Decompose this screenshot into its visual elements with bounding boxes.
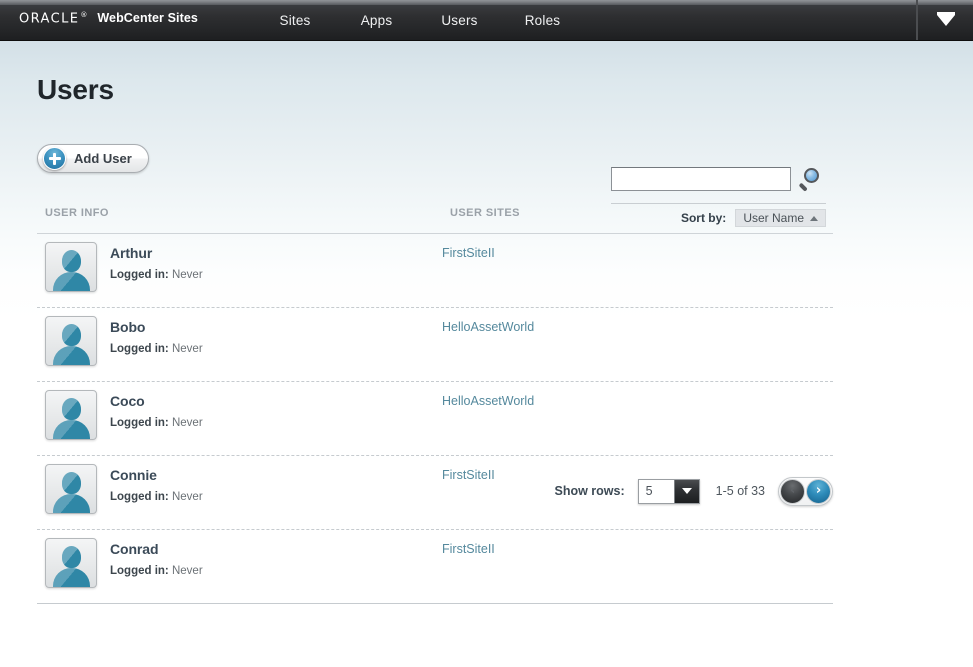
search-icon bbox=[804, 168, 819, 183]
pagination-bar: Show rows: 5 1-5 of 33 ‹ › bbox=[37, 470, 833, 512]
table-row[interactable]: Bobo Logged in: Never HelloAssetWorld bbox=[37, 308, 833, 382]
product-name: WebCenter Sites bbox=[97, 11, 198, 26]
user-name-link[interactable]: Coco bbox=[110, 393, 203, 409]
user-sites-cell: FirstSiteII bbox=[442, 538, 833, 556]
user-info-cell: Bobo Logged in: Never bbox=[37, 316, 442, 366]
user-name-link[interactable]: Conrad bbox=[110, 541, 203, 557]
user-text-block: Arthur Logged in: Never bbox=[110, 242, 203, 281]
user-avatar bbox=[45, 242, 97, 292]
nav-item-users[interactable]: Users bbox=[418, 13, 501, 28]
page-title: Users bbox=[37, 74, 114, 105]
show-rows-label: Show rows: bbox=[554, 484, 625, 498]
column-header-user-sites: USER SITES bbox=[450, 207, 520, 219]
user-logged-in: Logged in: Never bbox=[110, 343, 203, 355]
oracle-wordmark: ORACLE® bbox=[19, 11, 87, 26]
avatar-head-shape bbox=[62, 250, 81, 272]
search-icon-handle bbox=[798, 182, 808, 192]
avatar-body-shape bbox=[53, 420, 90, 439]
logged-in-label: Logged in: bbox=[110, 565, 169, 577]
add-user-button[interactable]: Add User bbox=[37, 144, 149, 173]
user-info-cell: Conrad Logged in: Never bbox=[37, 538, 442, 588]
column-header-user-info: USER INFO bbox=[45, 207, 109, 219]
user-name-link[interactable]: Arthur bbox=[110, 245, 203, 261]
logged-in-value: Never bbox=[171, 343, 203, 355]
user-avatar bbox=[45, 390, 97, 440]
topbar-menu-button[interactable] bbox=[917, 0, 973, 40]
nav-item-sites[interactable]: Sites bbox=[255, 13, 335, 28]
chevron-right-icon: › bbox=[815, 483, 822, 498]
user-avatar bbox=[45, 316, 97, 366]
nav-item-apps[interactable]: Apps bbox=[335, 13, 418, 28]
next-page-button[interactable]: › bbox=[806, 478, 831, 504]
main-content: Users Add User Sort by: User Name USER I… bbox=[0, 41, 973, 667]
nav-item-roles[interactable]: Roles bbox=[501, 13, 584, 28]
oracle-trademark-icon: ® bbox=[80, 11, 88, 19]
pagination-range: 1-5 of 33 bbox=[715, 484, 765, 498]
table-row[interactable]: Coco Logged in: Never HelloAssetWorld bbox=[37, 382, 833, 456]
table-header-row: USER INFO USER SITES bbox=[37, 207, 833, 234]
search-input[interactable] bbox=[611, 167, 791, 191]
menu-dropdown-icon bbox=[936, 12, 955, 26]
users-table: USER INFO USER SITES Arthur Logged in: N… bbox=[37, 207, 833, 604]
logged-in-label: Logged in: bbox=[110, 417, 169, 429]
logged-in-value: Never bbox=[171, 417, 203, 429]
logged-in-label: Logged in: bbox=[110, 343, 169, 355]
avatar-body-shape bbox=[53, 568, 90, 587]
user-text-block: Conrad Logged in: Never bbox=[110, 538, 203, 577]
brand-logo: ORACLE® WebCenter Sites bbox=[19, 11, 198, 26]
sort-divider bbox=[611, 203, 826, 204]
user-text-block: Coco Logged in: Never bbox=[110, 390, 203, 429]
user-logged-in: Logged in: Never bbox=[110, 565, 203, 577]
rows-per-page-value: 5 bbox=[638, 479, 674, 503]
chevron-left-icon: ‹ bbox=[789, 483, 796, 498]
rows-per-page-dropdown-button[interactable] bbox=[673, 479, 699, 503]
table-row[interactable]: Conrad Logged in: Never FirstSiteII bbox=[37, 530, 833, 604]
site-link[interactable]: HelloAssetWorld bbox=[442, 394, 534, 408]
plus-circle-icon bbox=[43, 147, 66, 170]
previous-page-button[interactable]: ‹ bbox=[780, 478, 805, 504]
site-link[interactable]: FirstSiteII bbox=[442, 246, 495, 260]
user-sites-cell: HelloAssetWorld bbox=[442, 390, 833, 408]
site-link[interactable]: HelloAssetWorld bbox=[442, 320, 534, 334]
logged-in-label: Logged in: bbox=[110, 269, 169, 281]
search-area bbox=[611, 166, 824, 192]
rows-per-page-select[interactable]: 5 bbox=[637, 478, 700, 504]
avatar-head-shape bbox=[62, 324, 81, 346]
avatar-head-shape bbox=[62, 546, 81, 568]
site-link[interactable]: FirstSiteII bbox=[442, 542, 495, 556]
avatar-body-shape bbox=[53, 272, 90, 291]
chevron-down-icon bbox=[681, 488, 692, 494]
user-logged-in: Logged in: Never bbox=[110, 269, 203, 281]
oracle-wordmark-text: ORACLE bbox=[19, 11, 80, 27]
user-sites-cell: FirstSiteII bbox=[442, 242, 833, 260]
logged-in-value: Never bbox=[171, 269, 203, 281]
main-nav: Sites Apps Users Roles bbox=[255, 0, 584, 40]
search-button[interactable] bbox=[798, 166, 824, 192]
add-user-button-label: Add User bbox=[74, 151, 132, 166]
user-text-block: Bobo Logged in: Never bbox=[110, 316, 203, 355]
user-sites-cell: HelloAssetWorld bbox=[442, 316, 833, 334]
user-logged-in: Logged in: Never bbox=[110, 417, 203, 429]
top-navigation-bar: ORACLE® WebCenter Sites Sites Apps Users… bbox=[0, 0, 973, 41]
avatar-body-shape bbox=[53, 346, 90, 365]
avatar-head-shape bbox=[62, 398, 81, 420]
user-name-link[interactable]: Bobo bbox=[110, 319, 203, 335]
user-info-cell: Arthur Logged in: Never bbox=[37, 242, 442, 292]
user-avatar bbox=[45, 538, 97, 588]
table-row[interactable]: Arthur Logged in: Never FirstSiteII bbox=[37, 234, 833, 308]
user-info-cell: Coco Logged in: Never bbox=[37, 390, 442, 440]
pagination-nav: ‹ › bbox=[778, 476, 833, 506]
logged-in-value: Never bbox=[171, 565, 203, 577]
